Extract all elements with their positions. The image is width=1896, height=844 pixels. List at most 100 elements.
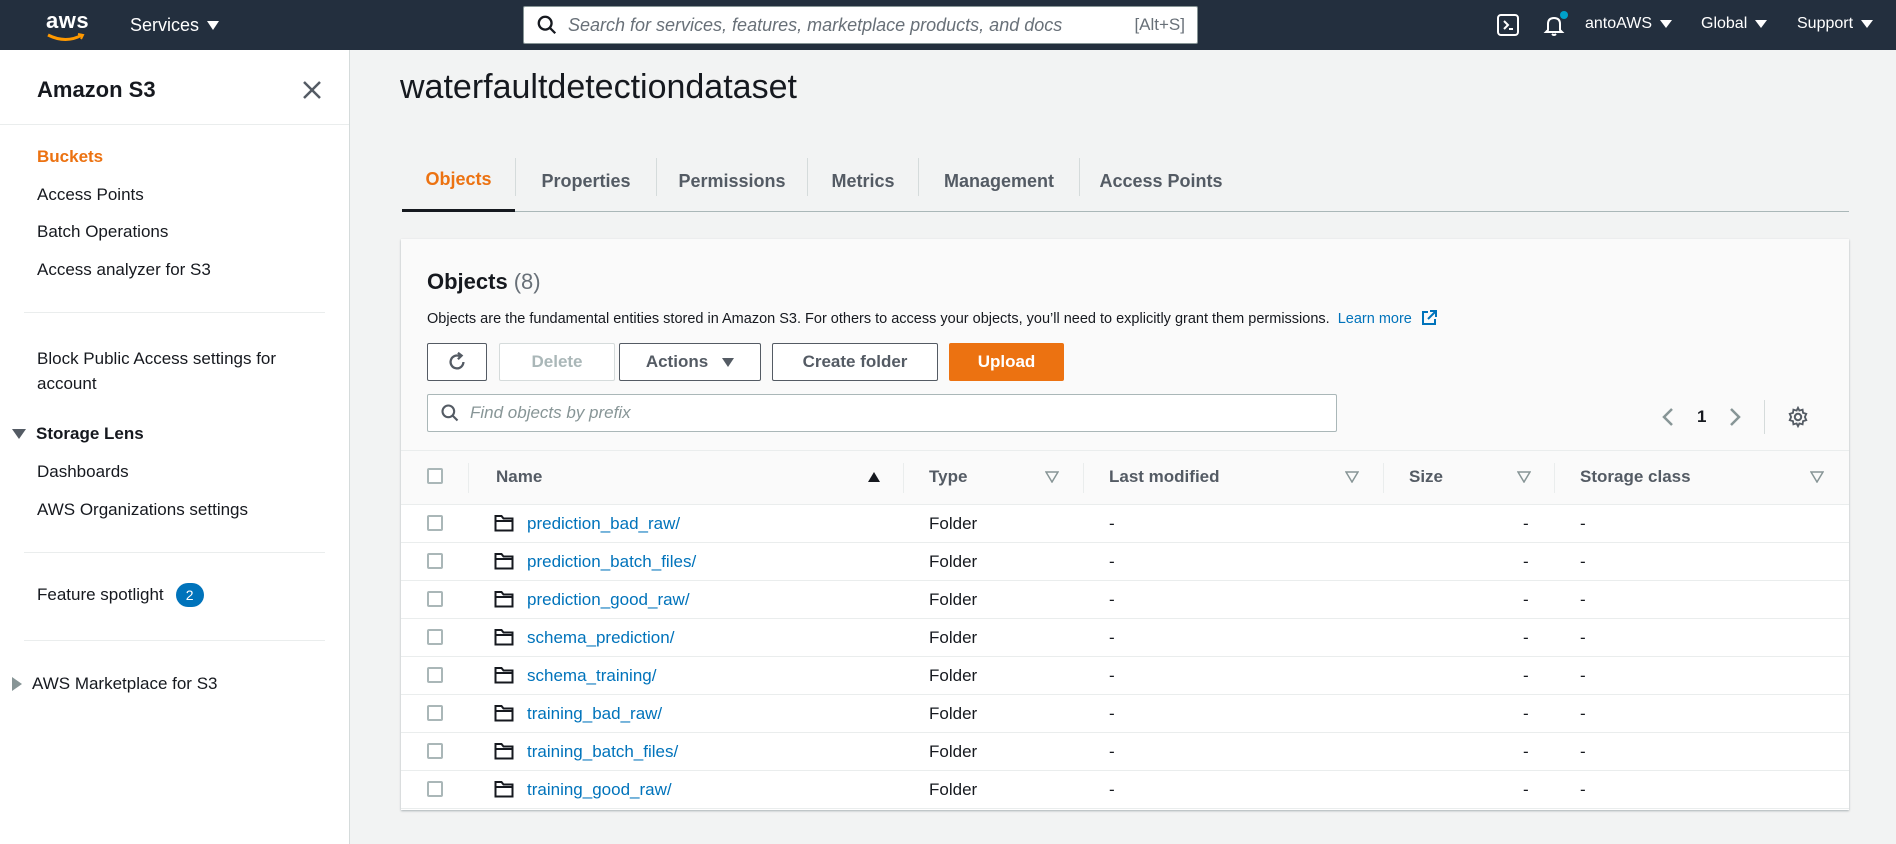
object-name-link[interactable]: training_batch_files/ [527, 742, 678, 762]
chevron-down-icon [722, 357, 735, 367]
object-storage-class: - [1580, 666, 1586, 685]
column-header-size[interactable]: Size [1409, 467, 1443, 487]
object-storage-class: - [1580, 742, 1586, 761]
object-last-modified: - [1109, 628, 1115, 647]
column-header-last-modified[interactable]: Last modified [1109, 467, 1220, 487]
gear-icon[interactable] [1787, 406, 1809, 428]
tab-properties[interactable]: Properties [516, 150, 656, 212]
pagination-separator [1764, 400, 1766, 434]
column-separator [1383, 463, 1384, 493]
global-search-input[interactable] [568, 14, 1135, 36]
sort-ascending-icon[interactable] [867, 471, 881, 483]
select-all-checkbox[interactable] [427, 468, 443, 484]
sidebar-section-marketplace[interactable]: AWS Marketplace for S3 [12, 674, 218, 694]
object-storage-class: - [1580, 780, 1586, 799]
table-row[interactable]: prediction_bad_raw/Folder - - - [401, 505, 1849, 543]
row-checkbox[interactable] [427, 705, 443, 721]
support-menu[interactable]: Support [1797, 15, 1874, 33]
close-icon[interactable] [300, 78, 324, 102]
global-search[interactable]: [Alt+S] [523, 6, 1198, 44]
column-header-name[interactable]: Name [496, 467, 542, 487]
object-filter-input[interactable] [470, 403, 1336, 423]
page-number[interactable]: 1 [1697, 407, 1706, 427]
sidebar-divider [24, 552, 325, 553]
sidebar-item-buckets[interactable]: Buckets [37, 147, 103, 167]
tab-access-points[interactable]: Access Points [1080, 150, 1242, 212]
object-name-link[interactable]: prediction_bad_raw/ [527, 514, 680, 534]
table-row[interactable]: schema_training/Folder - - - [401, 657, 1849, 695]
row-checkbox[interactable] [427, 515, 443, 531]
tab-management[interactable]: Management [919, 150, 1079, 212]
sort-icon[interactable] [1345, 471, 1359, 483]
sidebar-title: Amazon S3 [37, 77, 156, 102]
search-shortcut-hint: [Alt+S] [1134, 15, 1185, 34]
row-checkbox[interactable] [427, 553, 443, 569]
top-navigation: aws Services [Alt+S] antoAWS Global Supp… [0, 0, 1896, 50]
object-name-link[interactable]: schema_training/ [527, 666, 656, 686]
object-type: Folder [929, 704, 978, 723]
row-checkbox[interactable] [427, 667, 443, 683]
cloudshell-icon[interactable] [1496, 13, 1520, 37]
actions-button[interactable]: Actions [619, 343, 761, 381]
object-type: Folder [929, 590, 978, 609]
object-last-modified: - [1109, 552, 1115, 571]
object-name-link[interactable]: training_good_raw/ [527, 780, 672, 800]
chevron-left-icon[interactable] [1661, 406, 1675, 428]
create-folder-button[interactable]: Create folder [772, 343, 938, 381]
object-type: Folder [929, 780, 978, 799]
services-menu[interactable]: Services [130, 15, 220, 36]
table-row[interactable]: training_good_raw/Folder - - - [401, 771, 1849, 809]
aws-logo[interactable]: aws [44, 8, 90, 42]
table-row[interactable]: schema_prediction/Folder - - - [401, 619, 1849, 657]
folder-icon [494, 553, 514, 570]
object-filter[interactable] [427, 394, 1337, 432]
row-checkbox[interactable] [427, 629, 443, 645]
tab-objects[interactable]: Objects [402, 150, 515, 212]
table-row[interactable]: training_batch_files/Folder - - - [401, 733, 1849, 771]
tab-metrics[interactable]: Metrics [808, 150, 918, 212]
object-last-modified: - [1109, 666, 1115, 685]
sidebar-item-organizations-settings[interactable]: AWS Organizations settings [37, 500, 248, 520]
sidebar-item-access-analyzer[interactable]: Access analyzer for S3 [37, 260, 211, 280]
object-name-link[interactable]: prediction_good_raw/ [527, 590, 690, 610]
row-checkbox[interactable] [427, 591, 443, 607]
column-header-type[interactable]: Type [929, 467, 967, 487]
object-size: - [1523, 628, 1529, 647]
sort-icon[interactable] [1517, 471, 1531, 483]
region-menu[interactable]: Global [1701, 15, 1768, 33]
sidebar-section-storage-lens[interactable]: Storage Lens [12, 424, 144, 444]
refresh-button[interactable] [427, 343, 487, 381]
sidebar-item-feature-spotlight[interactable]: Feature spotlight 2 [37, 583, 204, 607]
sidebar-item-block-public-access[interactable]: Block Public Access settings for account [37, 346, 317, 396]
object-name-link[interactable]: training_bad_raw/ [527, 704, 662, 724]
objects-panel: Objects (8) Objects are the fundamental e… [401, 239, 1849, 810]
table-row[interactable]: prediction_good_raw/Folder - - - [401, 581, 1849, 619]
object-last-modified: - [1109, 590, 1115, 609]
object-name-link[interactable]: schema_prediction/ [527, 628, 674, 648]
object-type: Folder [929, 742, 978, 761]
row-checkbox[interactable] [427, 781, 443, 797]
sort-icon[interactable] [1810, 471, 1824, 483]
object-name-link[interactable]: prediction_batch_files/ [527, 552, 696, 572]
account-menu[interactable]: antoAWS [1585, 15, 1672, 33]
delete-button[interactable]: Delete [499, 343, 615, 381]
folder-icon [494, 743, 514, 760]
tab-permissions[interactable]: Permissions [657, 150, 807, 212]
column-header-storage-class[interactable]: Storage class [1580, 467, 1691, 487]
learn-more-link[interactable]: Learn more [1338, 310, 1438, 327]
table-row[interactable]: training_bad_raw/Folder - - - [401, 695, 1849, 733]
aws-logo-text: aws [46, 8, 90, 33]
table-row[interactable]: prediction_batch_files/Folder - - - [401, 543, 1849, 581]
row-checkbox[interactable] [427, 743, 443, 759]
sidebar-item-access-points[interactable]: Access Points [37, 185, 144, 205]
sidebar-divider [24, 640, 325, 641]
chevron-right-icon[interactable] [1728, 406, 1742, 428]
column-separator [903, 463, 904, 493]
folder-icon [494, 591, 514, 608]
sidebar-divider [0, 124, 349, 125]
sidebar-item-dashboards[interactable]: Dashboards [37, 462, 129, 482]
sidebar-item-batch-operations[interactable]: Batch Operations [37, 222, 168, 242]
object-type: Folder [929, 666, 978, 685]
sort-icon[interactable] [1045, 471, 1059, 483]
upload-button[interactable]: Upload [949, 343, 1064, 381]
